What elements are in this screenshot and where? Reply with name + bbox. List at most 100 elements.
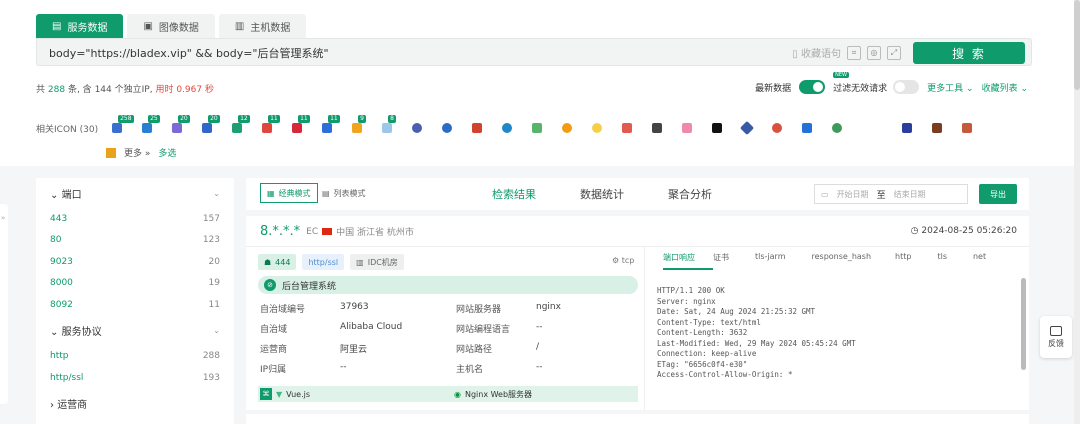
favicon-item[interactable]: 11 — [262, 115, 292, 136]
tab-response-hash[interactable]: response_hash — [811, 252, 895, 270]
tab-statistics[interactable]: 数据统计 — [580, 186, 624, 202]
response-scrollbar[interactable] — [1021, 278, 1026, 370]
favicon-item[interactable] — [772, 120, 802, 136]
tab-port-response[interactable]: 端口响应 — [663, 252, 713, 270]
favicon-item[interactable]: 11 — [292, 115, 322, 136]
sidebar-collapse-handle[interactable]: » — [0, 204, 8, 404]
favicon-item[interactable]: 9 — [352, 115, 382, 136]
filter-item[interactable]: 443 157 — [50, 208, 220, 230]
filter-group-header[interactable]: › 运营商 — [50, 389, 220, 419]
favicon-item[interactable] — [472, 120, 502, 136]
save-query-label: 收藏语句 — [801, 49, 841, 60]
favicon-item[interactable]: 25 — [142, 115, 172, 136]
favicon-item[interactable]: 8 — [382, 115, 412, 136]
favicon-item[interactable] — [412, 120, 442, 136]
calendar-icon: ▭ — [821, 189, 829, 199]
date-end-input[interactable]: 结束日期 — [894, 189, 926, 200]
latest-data-toggle[interactable] — [799, 80, 826, 94]
tab-http[interactable]: http — [895, 252, 937, 270]
tab-aggregation[interactable]: 聚合分析 — [668, 186, 712, 202]
tab-net[interactable]: net — [973, 252, 996, 270]
date-start-input[interactable]: 开始日期 — [837, 189, 869, 200]
date-range-picker[interactable]: ▭ 开始日期 至 结束日期 — [814, 184, 968, 204]
multi-select-link[interactable]: 多选 — [158, 146, 176, 159]
info-value: Alibaba Cloud — [340, 322, 403, 332]
clock-icon: ◷ — [910, 226, 919, 236]
favicon-item[interactable]: 20 — [202, 115, 232, 136]
filter-title: 运营商 — [57, 400, 88, 411]
classic-mode-button[interactable]: ▦ 经典模式 — [260, 183, 318, 203]
favicon-item[interactable] — [502, 120, 532, 136]
favicon-item[interactable] — [652, 120, 682, 136]
scan-icon[interactable]: ⌗ — [847, 45, 861, 60]
result-info-table: 自治域编号 37963 网站服务器 nginx 自治域 Alibaba Cloud 网站编… — [260, 302, 640, 382]
favicon-item[interactable] — [592, 120, 622, 136]
favicon-item[interactable]: 12 — [232, 115, 262, 136]
favicon-item[interactable] — [802, 120, 832, 136]
filter-item[interactable]: 8000 19 — [50, 273, 220, 295]
result-geo: EC 中国 浙江省 杭州市 — [306, 225, 414, 239]
more-icons-link[interactable]: 更多 » — [124, 146, 150, 159]
favicon-item[interactable] — [902, 120, 932, 136]
search-input[interactable]: body="https://bladex.vip" && body="后台管理系… — [49, 45, 329, 61]
favicon-item[interactable] — [740, 120, 772, 136]
search-button[interactable]: 搜 索 — [913, 42, 1025, 64]
favicon-icon[interactable] — [106, 147, 116, 158]
page-scrollbar[interactable] — [1074, 0, 1080, 424]
feedback-button[interactable]: 反馈 — [1040, 316, 1072, 358]
tab-tls[interactable]: tls — [937, 252, 973, 270]
list-mode-button[interactable]: ▤ 列表模式 — [316, 183, 372, 203]
vue-icon: ▼ — [276, 389, 283, 399]
filter-group-title: ⌄ 端口 — [50, 186, 82, 201]
favicon-item[interactable] — [932, 120, 962, 136]
expand-icon[interactable]: ⤢ — [887, 45, 901, 60]
favicon-item[interactable] — [442, 120, 472, 136]
favicon-item[interactable]: 20 — [172, 115, 202, 136]
port-chip[interactable]: ☗ 444 — [258, 254, 297, 270]
scrollbar-thumb[interactable] — [1074, 0, 1080, 90]
list-icon: ▤ — [52, 20, 62, 32]
more-tools-dropdown[interactable]: 更多工具 ⌄ — [927, 81, 973, 94]
filter-item[interactable]: http/ssl 193 — [50, 367, 220, 389]
site-title[interactable]: 后台管理系统 — [282, 279, 336, 292]
favicon-item[interactable] — [682, 120, 712, 136]
favicon-item[interactable] — [562, 120, 592, 136]
filter-item[interactable]: 8092 11 — [50, 294, 220, 316]
favicon-item[interactable] — [532, 120, 562, 136]
filter-item[interactable]: http 288 — [50, 346, 220, 368]
tab-tls-jarm[interactable]: tls-jarm — [755, 252, 811, 270]
idc-chip[interactable]: ▥ IDC机房 — [350, 254, 404, 270]
favicon-item[interactable] — [862, 120, 902, 136]
filter-invalid-toggle[interactable] — [893, 80, 920, 94]
favicon-item[interactable] — [712, 120, 742, 136]
save-query-button[interactable]: ▯ 收藏语句 — [792, 45, 841, 60]
favicon-item[interactable] — [962, 120, 992, 136]
tab-certificate[interactable]: 证书 — [713, 252, 755, 270]
related-icon-label: 相关ICON (30) — [36, 124, 99, 135]
collect-list-dropdown[interactable]: 收藏列表 ⌄ — [982, 81, 1028, 94]
filter-item[interactable]: 80 123 — [50, 230, 220, 252]
info-label: 自治域 — [260, 325, 288, 335]
image-search-icon[interactable]: ◎ — [867, 45, 881, 60]
filter-group-header[interactable]: ⌄ 服务协议 ⌄ — [50, 316, 220, 346]
tech-item[interactable]: ⌘ ▼ Vue.js — [258, 388, 454, 400]
filter-item[interactable]: 9023 20 — [50, 251, 220, 273]
filter-group-port: ⌄ 端口 ⌄ 443 157 80 123 9023 20 8000 19 8092 11 — [36, 178, 234, 316]
tech-item[interactable]: ◉ Nginx Web服务器 — [454, 389, 532, 400]
chevron-down-icon: ⌄ — [1020, 83, 1028, 94]
favicon-item[interactable]: 11 — [322, 115, 352, 136]
filter-group-header[interactable]: ⌄ 端口 ⌄ — [50, 178, 220, 208]
chat-icon — [1050, 325, 1062, 336]
result-card: 8.*.*.* EC 中国 浙江省 杭州市 ◷ 2024-08-25 05:26… — [246, 216, 1029, 410]
favicon-item[interactable] — [622, 120, 652, 136]
tab-service-data[interactable]: ▤ 服务数据 — [36, 14, 124, 38]
tab-host-data[interactable]: ▥ 主机数据 — [218, 14, 307, 38]
tab-image-data[interactable]: ▣ 图像数据 — [127, 14, 215, 38]
tab-search-results[interactable]: 检索结果 — [492, 186, 536, 202]
export-button[interactable]: 导出 — [979, 184, 1017, 204]
favicon-item[interactable] — [832, 120, 862, 136]
favicon-item[interactable]: 258 — [112, 115, 142, 136]
transport-label: ⚙ tcp — [612, 256, 634, 265]
protocol-chip[interactable]: http/ssl — [302, 254, 345, 270]
result-ip[interactable]: 8.*.*.* — [260, 224, 300, 239]
